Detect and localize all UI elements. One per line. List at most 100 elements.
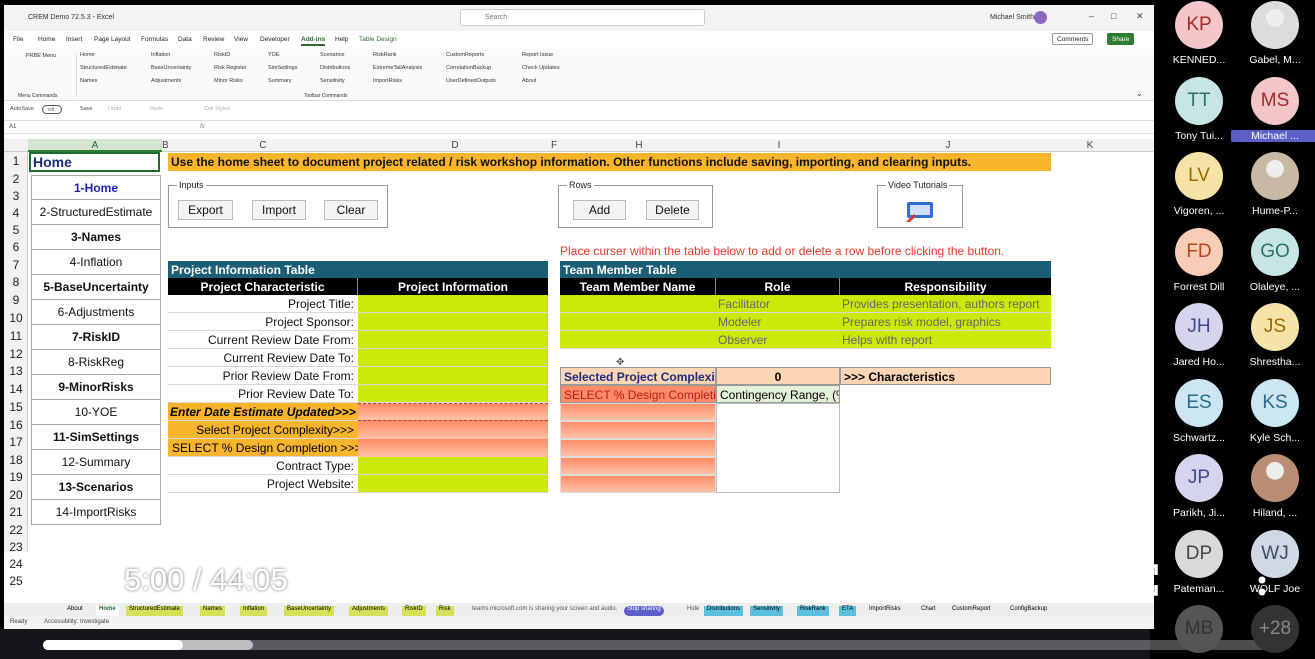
participant-tile[interactable]: ES Schwartz... xyxy=(1161,378,1237,444)
design-range-cell[interactable] xyxy=(560,403,716,421)
menu-insert[interactable]: Insert xyxy=(66,36,82,43)
ribbon-scenarios[interactable]: Scenarios xyxy=(320,52,344,58)
menu-home[interactable]: Home xyxy=(38,36,55,43)
row-14[interactable]: 14 xyxy=(4,380,28,398)
ribbon-collapse-icon[interactable]: ⌄ xyxy=(1136,89,1143,98)
design-range-cell[interactable] xyxy=(560,421,716,439)
sheet-tab[interactable]: ETA xyxy=(839,606,857,616)
menu-data[interactable]: Data xyxy=(178,36,192,43)
participant-tile[interactable]: JH Jared Ho... xyxy=(1161,303,1237,368)
hide-button[interactable]: Hide xyxy=(684,606,702,616)
team-role-cell[interactable]: Modeler xyxy=(716,313,840,331)
input-project-title[interactable] xyxy=(358,295,548,313)
nav-link-minorrisks[interactable]: 9-MinorRisks xyxy=(31,375,161,400)
contingency-range-cells[interactable] xyxy=(716,403,840,493)
nav-link-scenarios[interactable]: 13-Scenarios xyxy=(31,475,161,500)
sheet-tab[interactable]: ConfigBackup xyxy=(1007,606,1050,616)
team-role-cell[interactable]: Facilitator xyxy=(716,295,840,313)
video-tutorial-icon[interactable] xyxy=(904,200,936,224)
ribbon-importrisks[interactable]: ImportRisks xyxy=(373,78,402,84)
row-24[interactable]: 24 xyxy=(4,555,28,573)
participant-tile[interactable]: LV Vigoren, ... xyxy=(1161,152,1237,217)
sheet-tab[interactable]: BaseUncertainty xyxy=(284,606,335,616)
nav-link-structuredestimate[interactable]: 2-StructuredEstimate xyxy=(31,200,161,225)
sheet-tab[interactable]: RiskID xyxy=(402,606,426,616)
row-13[interactable]: 13 xyxy=(4,362,28,380)
participant-tile[interactable]: MS Michael ... xyxy=(1231,76,1315,142)
participant-tile[interactable]: Gabel, M... xyxy=(1237,1,1313,66)
ribbon-riskrank[interactable]: RiskRank xyxy=(373,52,397,58)
column-k[interactable]: K xyxy=(1055,139,1125,152)
nav-link-adjustments[interactable]: 6-Adjustments xyxy=(31,300,161,325)
team-responsibility-cell[interactable]: Prepares risk model, graphics xyxy=(840,313,1051,331)
input-prior-review-to[interactable] xyxy=(358,385,548,403)
team-member-name-cell[interactable] xyxy=(560,295,716,313)
column-h[interactable]: H xyxy=(561,139,717,152)
team-member-name-cell[interactable] xyxy=(560,313,716,331)
fullscreen-icon[interactable] xyxy=(1125,563,1159,597)
menu-table-design[interactable]: Table Design xyxy=(359,36,397,43)
participant-tile[interactable]: TT Tony Tui... xyxy=(1161,76,1237,142)
row-12[interactable]: 12 xyxy=(4,345,28,363)
ribbon-summary[interactable]: Summary xyxy=(268,78,292,84)
sheet-tab[interactable]: Sensitivity xyxy=(750,606,784,616)
column-d[interactable]: D xyxy=(358,139,552,152)
cell-a1[interactable]: Home xyxy=(29,152,160,172)
ribbon-extremetailanalysis[interactable]: ExtremeTailAnalysis xyxy=(373,65,422,71)
avatar[interactable] xyxy=(1034,11,1047,24)
add-row-button[interactable]: Add xyxy=(573,200,626,220)
column-f[interactable]: F xyxy=(547,139,561,152)
participant-tile[interactable]: WJ WOLF Joe xyxy=(1237,529,1313,595)
nav-link-riskreg[interactable]: 8-RiskReg xyxy=(31,350,161,375)
team-member-name-cell[interactable] xyxy=(560,331,716,349)
function-icon[interactable]: fx xyxy=(200,124,205,130)
sheet-tab[interactable]: Names xyxy=(200,606,226,616)
sheet-tab[interactable]: Risk xyxy=(436,606,454,616)
sheet-tab[interactable]: Chart xyxy=(918,606,939,616)
participant-tile[interactable]: +28 xyxy=(1237,605,1313,658)
ribbon-about[interactable]: About xyxy=(522,78,536,84)
cell-styles-button[interactable]: Cell Styles xyxy=(204,106,230,112)
row-17[interactable]: 17 xyxy=(4,433,28,451)
ribbon-structuredestimate[interactable]: StructuredEstimate xyxy=(80,65,127,71)
prbe-menu-button[interactable]: PRBE Menu xyxy=(26,53,56,59)
team-role-cell[interactable]: Observer xyxy=(716,331,840,349)
row-6[interactable]: 6 xyxy=(4,238,28,256)
participant-tile[interactable]: FD Forrest Dill xyxy=(1161,227,1237,293)
input-contract-type[interactable] xyxy=(358,457,548,475)
row-9[interactable]: 9 xyxy=(4,291,28,309)
sheet-tab[interactable]: ImportRisks xyxy=(866,606,904,616)
nav-link-inflation[interactable]: 4-Inflation xyxy=(31,250,161,275)
ribbon-inflation[interactable]: Inflation xyxy=(151,52,170,58)
menu-review[interactable]: Review xyxy=(203,36,224,43)
menu-page-layout[interactable]: Page Layout xyxy=(94,36,131,43)
menu-help[interactable]: Help xyxy=(335,36,348,43)
delete-row-button[interactable]: Delete xyxy=(646,200,699,220)
input-project-sponsor[interactable] xyxy=(358,313,548,331)
team-responsibility-cell[interactable]: Helps with report xyxy=(840,331,1051,349)
accessibility-status[interactable]: Accessibility: Investigate xyxy=(44,619,109,625)
ribbon-sensitivity[interactable]: Sensitivity xyxy=(320,78,345,84)
input-current-review-to[interactable] xyxy=(358,349,548,367)
nav-link-baseuncertainty[interactable]: 5-BaseUncertainty xyxy=(31,275,161,300)
column-j[interactable]: J xyxy=(841,139,1055,152)
selected-complexity-value[interactable]: 0 xyxy=(716,367,840,385)
ribbon-adjustments[interactable]: Adjustments xyxy=(151,78,181,84)
sheet-tab[interactable]: Inflation xyxy=(240,606,268,616)
row-19[interactable]: 19 xyxy=(4,468,28,486)
ribbon-check-updates[interactable]: Check Updates xyxy=(522,65,560,71)
mute-icon[interactable] xyxy=(1003,560,1043,600)
ribbon-minor-risks[interactable]: Minor Risks xyxy=(214,78,243,84)
select-design-completion[interactable] xyxy=(358,439,548,457)
participant-tile[interactable]: KS Kyle Sch... xyxy=(1237,378,1313,444)
export-button[interactable]: Export xyxy=(178,200,233,220)
nav-link-names[interactable]: 3-Names xyxy=(31,225,161,250)
ribbon-risk-register[interactable]: Risk Register xyxy=(214,65,247,71)
redo-button[interactable]: Redo xyxy=(150,106,163,112)
clear-button[interactable]: Clear xyxy=(324,200,378,220)
ribbon-simsettings[interactable]: SimSettings xyxy=(268,65,297,71)
row-8[interactable]: 8 xyxy=(4,273,28,291)
input-project-website[interactable] xyxy=(358,475,548,493)
row-22[interactable]: 22 xyxy=(4,521,28,539)
sheet-tab[interactable]: RiskRank xyxy=(797,606,829,616)
